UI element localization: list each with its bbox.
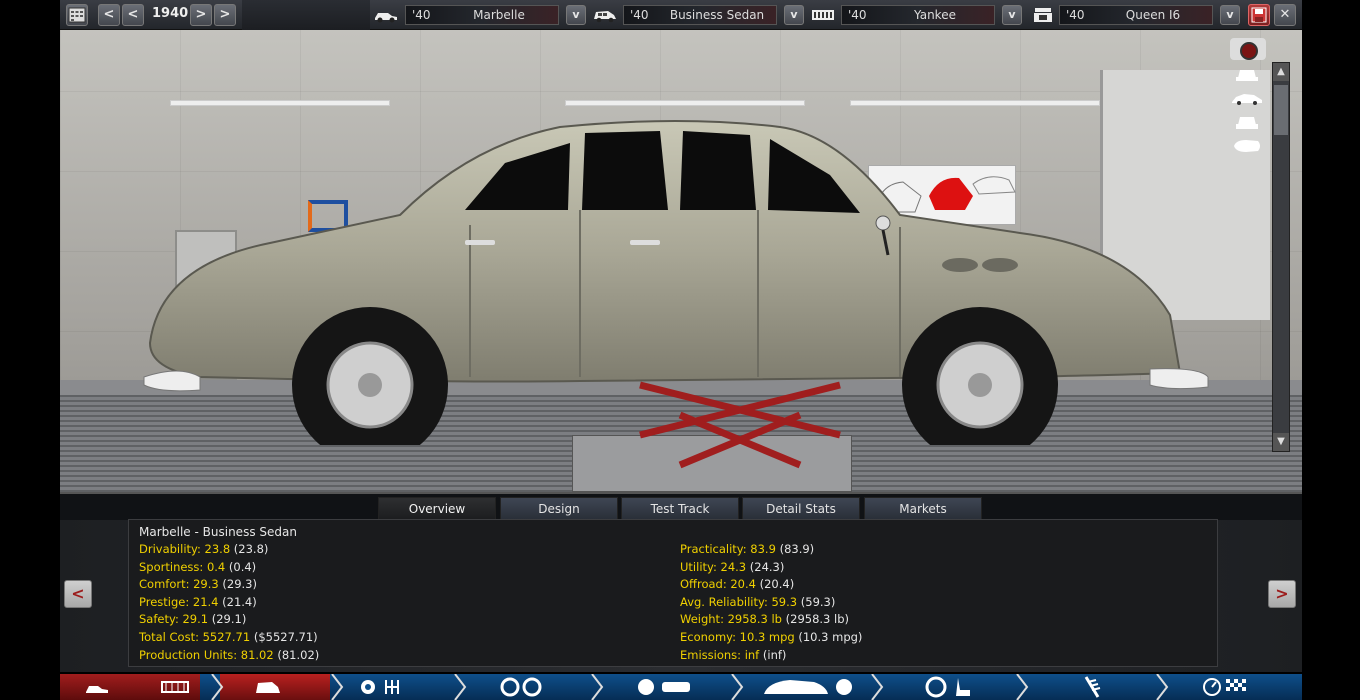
nav-separator: [211, 674, 224, 700]
stats-panel: Marbelle - Business Sedan Drivability: 2…: [128, 519, 1218, 667]
stage-aero[interactable]: [760, 674, 880, 700]
engine-icon: [1030, 6, 1056, 24]
stage-testing[interactable]: [1200, 674, 1302, 700]
nav-separator: [871, 674, 884, 700]
year-prev-button[interactable]: <: [122, 4, 144, 26]
scroll-up-button[interactable]: ▲: [1273, 63, 1289, 81]
engine-gearbox-icon: [361, 680, 399, 694]
game-screen: < < 1940 > > '40 Marbelle v '40 Business…: [0, 0, 1360, 700]
engine-block-selector[interactable]: '40 Yankee: [841, 5, 995, 25]
chassis-frame-icon: [161, 681, 189, 693]
nav-separator: [731, 674, 744, 700]
ceiling-light: [850, 100, 1100, 106]
stage-brakes[interactable]: [630, 674, 720, 700]
engine-block-year: '40: [848, 8, 867, 22]
stage-wheels[interactable]: [490, 674, 580, 700]
year-display: 1940: [152, 6, 189, 21]
nav-separator: [1156, 674, 1169, 700]
tab-design[interactable]: Design: [500, 497, 618, 520]
engine-year: '40: [1066, 8, 1085, 22]
tab-markets[interactable]: Markets: [864, 497, 982, 520]
stat-safety: Safety: 29.1 (29.1): [139, 612, 247, 627]
stage-interior[interactable]: [920, 674, 1010, 700]
steering-seat-icon: [925, 676, 970, 698]
stage-body[interactable]: [220, 674, 330, 700]
next-stage-button[interactable]: >: [1268, 580, 1296, 608]
scroll-thumb[interactable]: [1274, 85, 1288, 135]
car-fan-icon: [764, 679, 852, 695]
scroll-down-button[interactable]: ▼: [1273, 433, 1289, 451]
engine-block-dropdown-button[interactable]: v: [1002, 5, 1022, 25]
view-side-icon[interactable]: [1230, 90, 1264, 106]
gauge-finish-icon: [1203, 678, 1246, 696]
engine-dropdown-button[interactable]: v: [1220, 5, 1240, 25]
stat-drivability: Drivability: 23.8 (23.8): [139, 542, 269, 556]
stat-total-cost: Total Cost: 5527.71 ($5527.71): [139, 629, 318, 644]
car-viewport[interactable]: ▲ ▼: [60, 30, 1302, 492]
engine-block-icon: [810, 6, 836, 24]
ceiling-light: [565, 100, 805, 106]
stat-avg-reliability: Avg. Reliability: 59.3 (59.3): [680, 594, 836, 609]
body-name: Business Sedan: [669, 8, 765, 22]
view-front-icon[interactable]: [1230, 66, 1264, 82]
view-rear-icon[interactable]: [1230, 114, 1264, 130]
stat-production-units: Production Units: 81.02 (81.02): [139, 647, 320, 662]
stat-offroad: Offroad: 20.4 (20.4): [680, 577, 795, 592]
top-bar: < < 1940 > > '40 Marbelle v '40 Business…: [60, 0, 1302, 30]
previous-stage-button[interactable]: <: [64, 580, 92, 608]
chassis-year: '40: [412, 8, 431, 22]
save-icon[interactable]: [1248, 4, 1270, 26]
info-tabs: Overview Design Test Track Detail Stats …: [60, 492, 1302, 520]
design-stage-nav: [60, 674, 1302, 700]
car-body-icon: [256, 682, 280, 693]
wheels-icon: [500, 677, 542, 697]
year-prev-far-button[interactable]: <: [98, 4, 120, 26]
nav-separator: [1016, 674, 1029, 700]
stat-comfort: Comfort: 29.3 (29.3): [139, 577, 257, 592]
stat-practicality: Practicality: 83.9 (83.9): [680, 542, 815, 556]
tab-test-track[interactable]: Test Track: [621, 497, 739, 520]
top-spacer: [242, 0, 370, 30]
car-chassis-icon: [373, 6, 399, 24]
ceiling-light: [170, 100, 390, 106]
car-chassis-icon: [86, 686, 108, 693]
close-button[interactable]: ✕: [1274, 4, 1296, 26]
stat-emissions: Emissions: inf (inf): [680, 647, 787, 662]
chassis-selector[interactable]: '40 Marbelle: [405, 5, 559, 25]
stat-economy: Economy: 10.3 mpg (10.3 mpg): [680, 629, 863, 644]
stat-utility: Utility: 24.3 (24.3): [680, 559, 785, 574]
zoom-scrollbar[interactable]: ▲ ▼: [1272, 62, 1290, 452]
body-dropdown-button[interactable]: v: [784, 5, 804, 25]
chassis-name: Marbelle: [473, 8, 525, 22]
tab-overview[interactable]: Overview: [378, 497, 496, 520]
car-model[interactable]: [140, 115, 1210, 445]
camera-icon[interactable]: [1230, 38, 1266, 60]
chassis-dropdown-button[interactable]: v: [566, 5, 586, 25]
body-selector[interactable]: '40 Business Sedan: [623, 5, 777, 25]
stat-sportiness: Sportiness: 0.4 (0.4): [139, 559, 257, 574]
engine-selector[interactable]: '40 Queen I6: [1059, 5, 1213, 25]
view-top-icon[interactable]: [1230, 138, 1264, 154]
calendar-icon[interactable]: [66, 4, 88, 26]
body-year: '40: [630, 8, 649, 22]
stat-weight: Weight: 2958.3 lb (2958.3 lb): [680, 612, 850, 627]
nav-separator: [591, 674, 604, 700]
car-body-icon: [592, 6, 618, 24]
year-next-button[interactable]: >: [190, 4, 212, 26]
brakes-icon: [638, 679, 690, 695]
stage-engine[interactable]: [350, 674, 440, 700]
stage-suspension[interactable]: [1070, 674, 1130, 700]
engine-block-name: Yankee: [914, 8, 956, 22]
nav-separator: [454, 674, 467, 700]
stage-frame[interactable]: [132, 674, 212, 700]
nav-separator: [331, 674, 344, 700]
stat-prestige: Prestige: 21.4 (21.4): [139, 594, 257, 609]
tab-detail-stats[interactable]: Detail Stats: [742, 497, 860, 520]
stats-right-column: Practicality: 83.9 (83.9) Utility: 24.3 …: [680, 542, 862, 665]
suspension-icon: [1084, 676, 1101, 698]
engine-name: Queen I6: [1125, 8, 1181, 22]
year-next-far-button[interactable]: >: [214, 4, 236, 26]
stats-title: Marbelle - Business Sedan: [139, 525, 297, 539]
stats-left-column: Drivability: 23.8 (23.8) Sportiness: 0.4…: [139, 542, 319, 665]
